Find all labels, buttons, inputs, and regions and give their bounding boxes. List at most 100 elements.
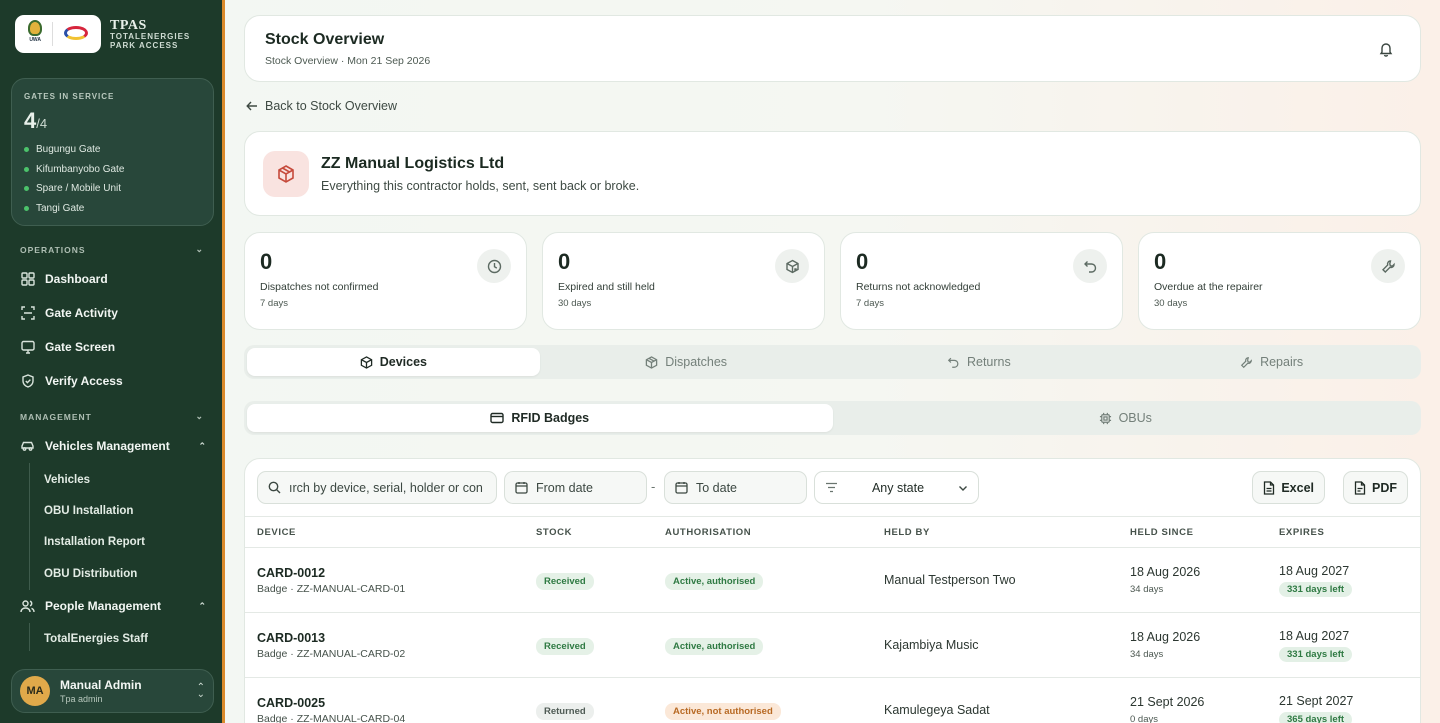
management-section-toggle[interactable]: MANAGEMENT ⌄ xyxy=(20,411,204,422)
stat-label: Dispatches not confirmed xyxy=(260,281,379,293)
status-dot-icon xyxy=(24,166,29,172)
held-by: Kajambiya Music xyxy=(884,638,979,652)
chevron-down-icon: ⌄ xyxy=(195,244,204,254)
back-link[interactable]: Back to Stock Overview xyxy=(246,99,397,113)
contractor-card: ZZ Manual Logistics Ltd Everything this … xyxy=(244,131,1421,216)
sidebar-accent-border xyxy=(222,0,225,723)
operations-section-toggle[interactable]: OPERATIONS ⌄ xyxy=(20,244,204,255)
export-pdf-button[interactable]: PDF xyxy=(1343,471,1408,504)
tab-repairs[interactable]: Repairs xyxy=(1125,348,1418,376)
user-role: Tpa admin xyxy=(60,694,103,704)
to-date-placeholder: To date xyxy=(696,480,738,495)
contractor-name: ZZ Manual Logistics Ltd xyxy=(321,154,505,172)
tab-returns[interactable]: Returns xyxy=(833,348,1126,376)
expiry-date: 21 Sept 2027 xyxy=(1279,693,1354,708)
submenu-guide xyxy=(29,463,30,590)
contractor-description: Everything this contractor holds, sent, … xyxy=(321,178,640,193)
tab-devices[interactable]: Devices xyxy=(247,348,540,376)
undo-icon xyxy=(947,356,960,369)
stat-card-returns[interactable]: 0 Returns not acknowledged 7 days xyxy=(840,232,1123,330)
nav-people-management[interactable]: People Management ⌃ xyxy=(20,593,206,619)
device-id: CARD-0012 xyxy=(257,565,326,580)
stat-card-dispatches[interactable]: 0 Dispatches not confirmed 7 days xyxy=(244,232,527,330)
device-serial: Badge · ZZ-MANUAL-CARD-01 xyxy=(257,582,406,595)
held-since-days: 34 days xyxy=(1130,584,1164,595)
page-subtitle: Stock Overview · Mon 21 Sep 2026 xyxy=(265,55,431,67)
nav-vehicles-management[interactable]: Vehicles Management ⌃ xyxy=(20,433,206,459)
stat-card-repairs[interactable]: 0 Overdue at the repairer 30 days xyxy=(1138,232,1421,330)
column-header[interactable]: DEVICE xyxy=(245,516,524,548)
days-left-badge: 331 days left xyxy=(1279,581,1353,597)
column-header[interactable]: STOCK xyxy=(524,516,653,548)
search-field[interactable] xyxy=(257,471,497,504)
table-row[interactable]: CARD-0012 Badge · ZZ-MANUAL-CARD-01 Recei… xyxy=(245,547,1420,613)
box-icon xyxy=(360,355,373,369)
section-tabs: Devices Dispatches Returns Repairs xyxy=(244,345,1421,379)
calendar-icon xyxy=(675,481,688,494)
table-row[interactable]: CARD-0025 Badge · ZZ-MANUAL-CARD-04 Retur… xyxy=(245,677,1420,723)
nav-vehicles[interactable]: Vehicles xyxy=(44,471,90,489)
package-icon xyxy=(645,355,658,369)
totalenergies-logo xyxy=(60,24,92,44)
stat-label: Returns not acknowledged xyxy=(856,281,981,293)
nav-gate-screen[interactable]: Gate Screen xyxy=(20,334,206,360)
file-text-icon xyxy=(1354,480,1366,495)
from-date-placeholder: From date xyxy=(536,480,593,495)
column-header[interactable]: AUTHORISATION xyxy=(653,516,872,548)
export-excel-button[interactable]: Excel xyxy=(1252,471,1325,504)
expiry-date: 18 Aug 2027 xyxy=(1279,563,1350,578)
search-icon xyxy=(268,481,281,494)
brand[interactable]: UWA TPAS TOTALENERGIES PARK ACCESS xyxy=(15,15,190,53)
table-row[interactable]: CARD-0013 Badge · ZZ-MANUAL-CARD-02 Recei… xyxy=(245,612,1420,678)
chip-icon xyxy=(1099,412,1112,425)
state-filter-select[interactable]: Any state xyxy=(814,471,979,504)
column-header[interactable]: HELD BY xyxy=(872,516,1118,548)
grid-icon xyxy=(20,272,35,287)
tab-dispatches[interactable]: Dispatches xyxy=(540,348,833,376)
scan-icon xyxy=(20,306,35,321)
chevrons-up-down-icon: ⌃ ⌄ xyxy=(196,682,205,700)
stat-card-expired[interactable]: 0 Expired and still held 30 days xyxy=(542,232,825,330)
nav-verify-access[interactable]: Verify Access xyxy=(20,368,206,394)
calendar-icon xyxy=(515,481,528,494)
column-header[interactable]: EXPIRES xyxy=(1267,516,1420,548)
expiry-date: 18 Aug 2027 xyxy=(1279,628,1350,643)
devices-table: DEVICE STOCK AUTHORISATION HELD BY HELD … xyxy=(245,516,1420,723)
tab-obus[interactable]: OBUs xyxy=(833,404,1419,432)
nav-gate-activity[interactable]: Gate Activity xyxy=(20,300,206,326)
column-header[interactable]: HELD SINCE xyxy=(1118,516,1267,548)
chevron-down-icon xyxy=(958,484,968,492)
sidebar: UWA TPAS TOTALENERGIES PARK ACCESS GATES… xyxy=(0,0,222,723)
nav-installation-report[interactable]: Installation Report xyxy=(44,533,145,551)
nav-obu-distribution[interactable]: OBU Distribution xyxy=(44,565,137,583)
status-dot-icon xyxy=(24,147,29,153)
nav-totalenergies-staff[interactable]: TotalEnergies Staff xyxy=(44,630,148,648)
device-id: CARD-0025 xyxy=(257,695,326,710)
wrench-icon xyxy=(1240,356,1253,369)
arrow-left-icon xyxy=(246,100,258,112)
to-date-picker[interactable]: To date xyxy=(664,471,807,504)
brand-title: TPAS xyxy=(110,17,147,33)
from-date-picker[interactable]: From date xyxy=(504,471,647,504)
page-header: Stock Overview Stock Overview · Mon 21 S… xyxy=(244,15,1421,82)
search-input[interactable] xyxy=(289,480,486,495)
chevron-up-icon: ⌃ xyxy=(198,600,206,611)
filter-icon xyxy=(825,482,838,493)
wrench-icon xyxy=(1371,249,1405,283)
gate-item: Tangi Gate xyxy=(24,199,201,219)
authorisation-badge: Active, authorised xyxy=(665,637,764,655)
bell-icon[interactable] xyxy=(1378,41,1394,57)
days-left-badge: 365 days left xyxy=(1279,711,1353,723)
user-menu[interactable]: MA Manual Admin Tpa admin ⌃ ⌄ xyxy=(11,669,214,713)
stock-badge: Returned xyxy=(536,702,594,720)
state-filter-value: Any state xyxy=(871,480,925,495)
user-name: Manual Admin xyxy=(60,678,142,692)
monitor-icon xyxy=(20,340,35,355)
nav-obu-installation[interactable]: OBU Installation xyxy=(44,502,133,520)
stat-sub: 7 days xyxy=(260,298,288,309)
nav-dashboard[interactable]: Dashboard xyxy=(20,266,206,292)
clock-icon xyxy=(477,249,511,283)
tab-rfid-badges[interactable]: RFID Badges xyxy=(247,404,833,432)
stat-value: 0 xyxy=(856,249,869,274)
device-serial: Badge · ZZ-MANUAL-CARD-04 xyxy=(257,712,406,723)
